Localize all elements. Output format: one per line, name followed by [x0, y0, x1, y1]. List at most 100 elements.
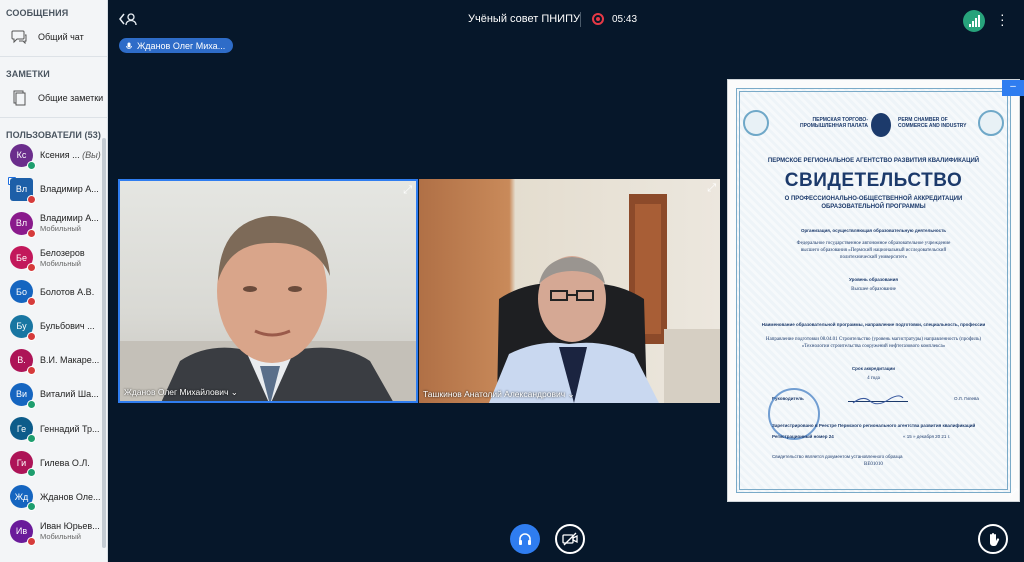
audio-button[interactable] [510, 524, 540, 554]
signature [848, 392, 908, 405]
registry-date: « 15 » декабря 20 21 г. [903, 434, 951, 439]
user-name: Жданов Оле... [40, 492, 100, 502]
avatar: Жд [10, 485, 36, 512]
public-chat-label: Общий чат [38, 32, 84, 42]
level-label: Уровень образования [848, 277, 899, 282]
avatar: Вл [10, 211, 36, 238]
divider [580, 12, 581, 27]
user-name-text: Геннадий Тр... [40, 423, 100, 434]
user-list-item[interactable]: В. В.И. Макаре... [0, 343, 104, 377]
user-name-text: Болотов А.В. [40, 286, 95, 297]
raise-hand-button[interactable] [978, 524, 1008, 554]
user-name: Белозеров [40, 248, 85, 258]
talking-indicator[interactable]: Жданов Олег Миха... [119, 38, 234, 53]
chamber-name-en: PERM CHAMBER OF COMMERCE AND INDUSTRY [898, 117, 967, 129]
public-chat-item[interactable]: Общий чат [0, 22, 107, 52]
recording-icon[interactable] [592, 13, 604, 25]
messages-section-title: СООБЩЕНИЯ [6, 8, 69, 18]
term-text: 4 года [867, 376, 880, 381]
user-name: Владимир А... [40, 184, 99, 194]
avatar: Ив [10, 519, 36, 546]
avatar-initials: В. [17, 355, 26, 366]
signal-bar [977, 15, 980, 27]
user-info: В.И. Макаре... [40, 355, 99, 365]
mic-off-icon [27, 331, 36, 341]
signature-icon [852, 395, 904, 405]
registry-label: Зарегистрировано в Реестре Пермского рег… [772, 423, 976, 428]
mic-on-icon [27, 468, 36, 478]
user-name-text: Гилева О.Л. [40, 457, 90, 468]
fullscreen-icon[interactable]: ⤢ [403, 184, 412, 197]
avatar: Вл [10, 177, 36, 204]
user-list-item[interactable]: Ви Виталий Ша... [0, 377, 104, 411]
avatar: Кс [10, 143, 36, 170]
avatar: Бе [10, 246, 36, 273]
user-info: Болотов А.В. [40, 287, 94, 297]
certificate-title: СВИДЕТЕЛЬСТВО [784, 170, 963, 191]
user-info: Виталий Ша... [40, 389, 99, 399]
video-name-label[interactable]: Ташкинов Анатолий Александрович ⌄ [423, 389, 575, 400]
fullscreen-icon[interactable]: ⤢ [1009, 487, 1018, 500]
users-toggle-button[interactable] [119, 12, 137, 29]
you-label: (Вы) [82, 150, 101, 161]
user-list-scrollbar[interactable] [102, 138, 106, 548]
minimize-presentation-button[interactable]: – [1002, 80, 1024, 96]
user-list-item[interactable]: Ив Иван Юрьев... Мобильный [0, 514, 104, 548]
stamp-icon [768, 388, 820, 440]
mic-off-icon [27, 365, 36, 375]
meeting-title: Учёный совет ПНИПУ [468, 13, 580, 25]
avatar-initials: Ив [15, 526, 28, 537]
microphone-icon [126, 42, 132, 49]
headphones-icon [519, 533, 531, 545]
org-text: Федеральное государственное автономное о… [796, 241, 951, 260]
mic-off-icon [27, 297, 36, 307]
user-list-item[interactable]: Бу Бульбович ... [0, 309, 104, 343]
user-info: Белозеров Мобильный [40, 248, 85, 268]
user-name: Болотов А.В. [40, 287, 94, 297]
participant-video [120, 216, 416, 401]
video-tile-tashkinov[interactable]: ⤢ Ташкинов Анатолий Александрович ⌄ [419, 179, 720, 403]
sidebar: СООБЩЕНИЯ Общий чат ЗАМЕТКИ Общие заметк… [0, 0, 108, 562]
avatar-initials: Ги [16, 457, 27, 468]
user-list-item[interactable]: Бе Белозеров Мобильный [0, 241, 104, 275]
user-name-text: Иван Юрьев... [40, 521, 100, 532]
user-list-item[interactable]: Вл Владимир А... Мобильный [0, 206, 104, 240]
user-name: Ксения ... (Вы) [40, 150, 101, 160]
avatar-initials: Бе [16, 252, 27, 263]
user-list-item[interactable]: Вл Владимир А... [0, 172, 104, 206]
head-name: О.Л. Гилева [954, 396, 979, 401]
video-tile-zhdanov[interactable]: ⤢ Жданов Олег Михайлович ⌄ [118, 179, 418, 403]
program-label: Наименование образовательной программы, … [761, 322, 986, 327]
user-name-text: Жданов Оле... [40, 491, 101, 502]
user-list-item[interactable]: Ге Геннадий Тр... [0, 412, 104, 446]
avatar-initials: Вл [15, 184, 28, 195]
user-list-item[interactable]: Кс Ксения ... (Вы) [0, 138, 104, 172]
user-info: Жданов Оле... [40, 492, 100, 502]
user-list-item[interactable]: Ги Гилева О.Л. [0, 446, 104, 480]
fullscreen-icon[interactable]: ⤢ [707, 182, 716, 195]
connection-status-button[interactable] [963, 10, 985, 32]
user-list-item[interactable]: Бо Болотов А.В. [0, 275, 104, 309]
org-label: Организация, осуществляющая образователь… [800, 228, 947, 233]
user-name-text: Ксения ... [40, 150, 80, 161]
serial-number: ВЕ01010 [864, 462, 883, 467]
talking-name: Жданов Олег Миха... [137, 40, 226, 51]
video-camera-button[interactable] [555, 524, 585, 554]
signal-bar [974, 18, 977, 27]
options-menu-button[interactable]: · · · [1000, 7, 1005, 31]
mic-off-icon [27, 536, 36, 546]
document-note: Свидетельство является документом устано… [772, 454, 903, 459]
user-device-label: Мобильный [40, 224, 81, 234]
user-name-text: Владимир А... [40, 184, 99, 195]
video-name-label[interactable]: Жданов Олег Михайлович ⌄ [124, 387, 238, 398]
mic-on-icon [27, 160, 36, 170]
recording-timer: 05:43 [612, 14, 638, 25]
avatar-initials: Ви [15, 389, 28, 400]
camera-off-icon [562, 532, 578, 546]
user-name-text: Бульбович ... [40, 321, 95, 332]
user-list-item[interactable]: Жд Жданов Оле... [0, 480, 104, 514]
chamber-logo-icon [871, 113, 891, 137]
user-name-text: В.И. Макаре... [40, 355, 100, 366]
shared-notes-item[interactable]: Общие заметки [0, 83, 107, 113]
user-info: Гилева О.Л. [40, 458, 90, 468]
